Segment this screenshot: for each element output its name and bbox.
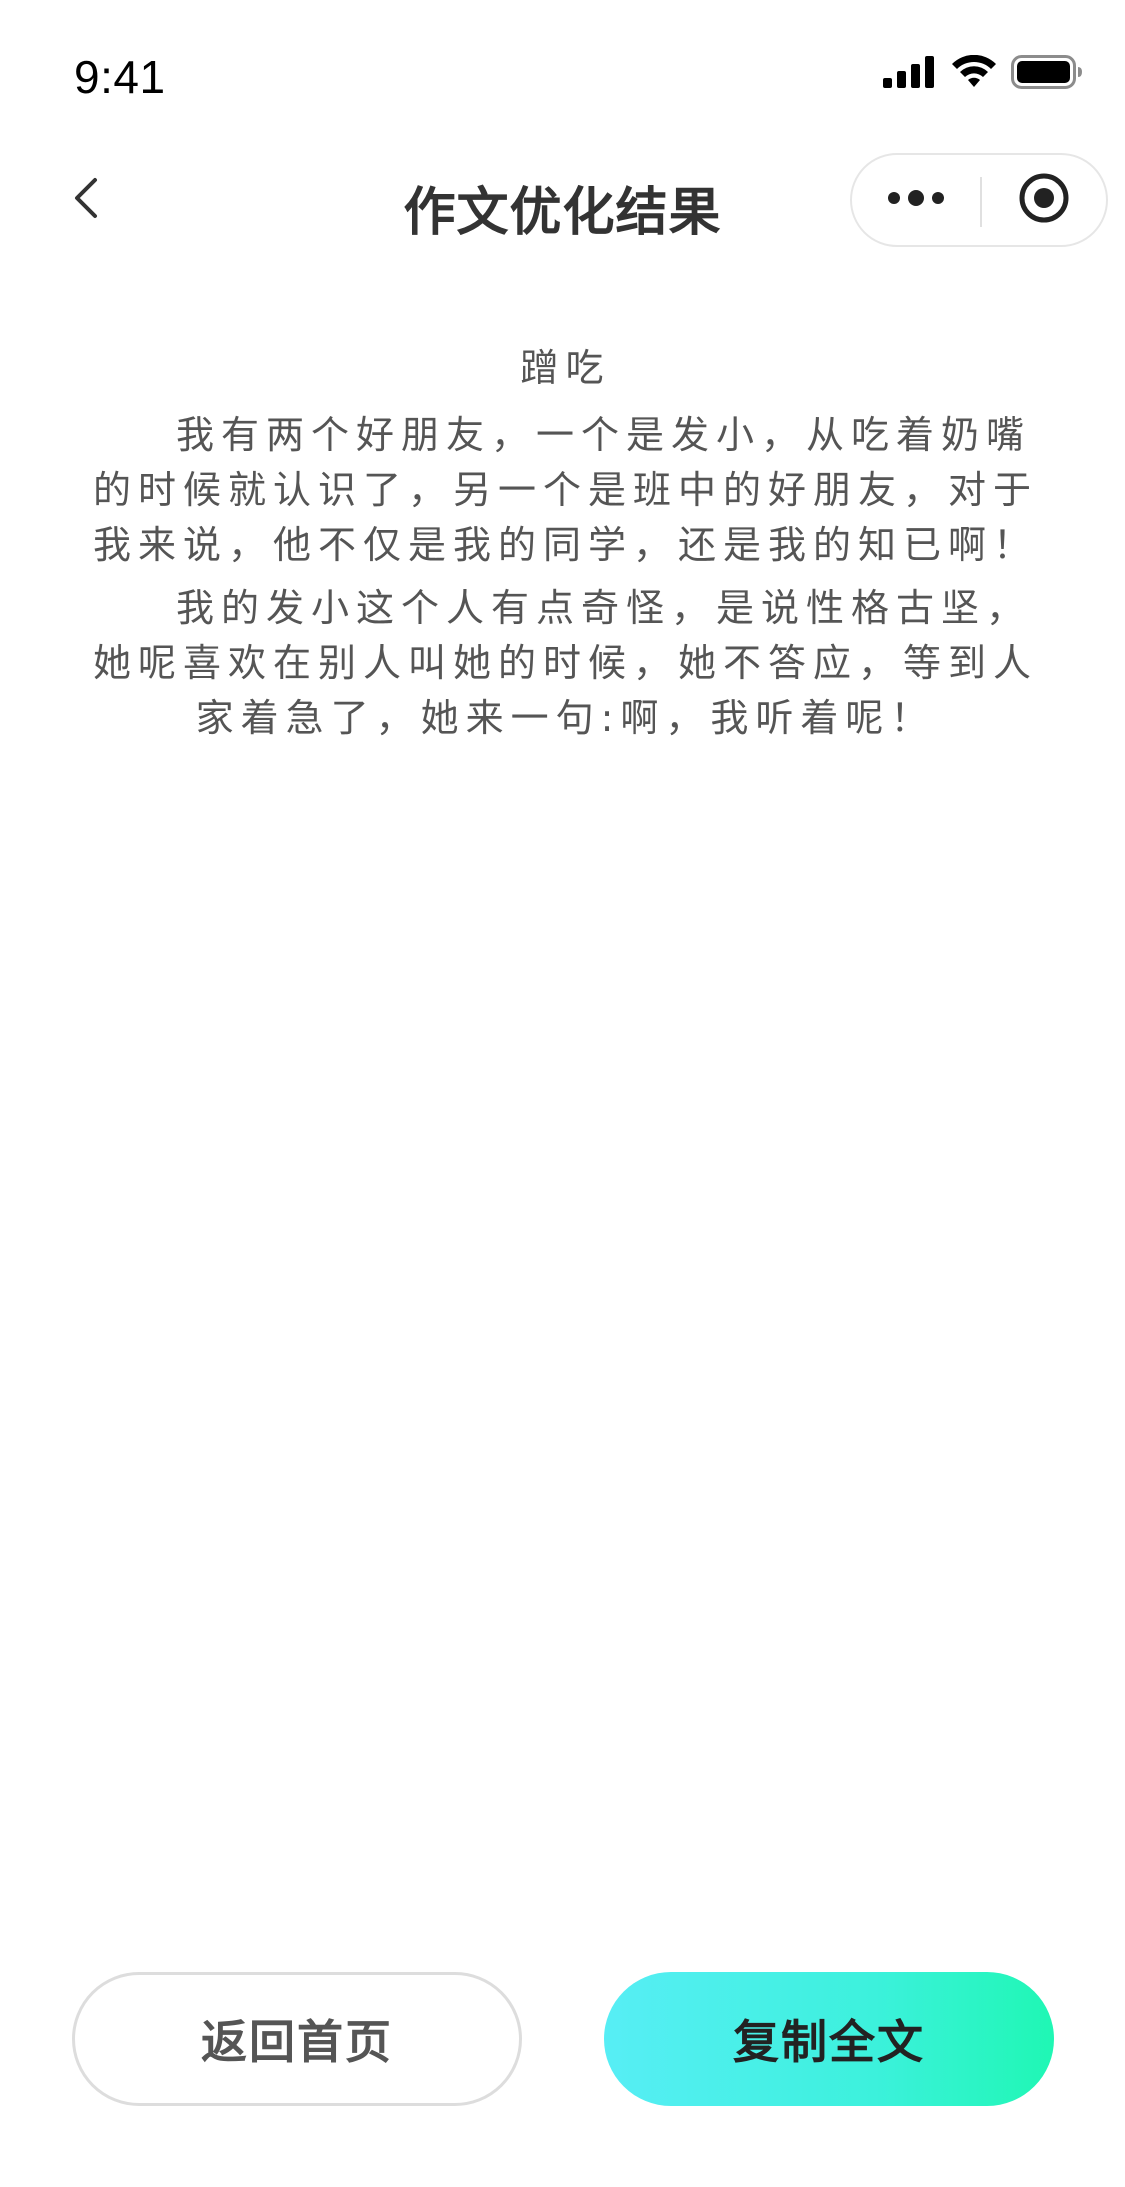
copy-all-button[interactable]: 复制全文	[604, 1972, 1054, 2106]
status-icons	[883, 52, 1083, 92]
wifi-icon	[951, 55, 997, 89]
more-button[interactable]	[852, 155, 980, 245]
essay-content: 蹭吃 我有两个好朋友，一个是发小，从吃着奶嘴的时候就认识了，另一个是班中的好朋友…	[78, 338, 1053, 754]
back-home-button[interactable]: 返回首页	[72, 1972, 522, 2106]
mini-program-capsule	[850, 153, 1108, 247]
signal-icon	[883, 56, 937, 88]
battery-icon	[1011, 55, 1083, 89]
essay-paragraph: 我的发小这个人有点奇怪，是说性格古坚，她呢喜欢在别人叫她的时候，她不答应，等到人…	[92, 586, 1038, 740]
status-bar: 9:41	[0, 0, 1125, 132]
status-time: 9:41	[74, 51, 166, 103]
target-close-icon	[1017, 171, 1071, 229]
close-button[interactable]	[982, 155, 1106, 245]
nav-bar: 作文优化结果	[0, 150, 1125, 250]
more-dots-icon	[886, 188, 946, 212]
essay-title: 蹭吃	[520, 346, 611, 390]
essay-paragraph: 我有两个好朋友，一个是发小，从吃着奶嘴的时候就认识了，另一个是班中的好朋友，对于…	[92, 413, 1038, 567]
